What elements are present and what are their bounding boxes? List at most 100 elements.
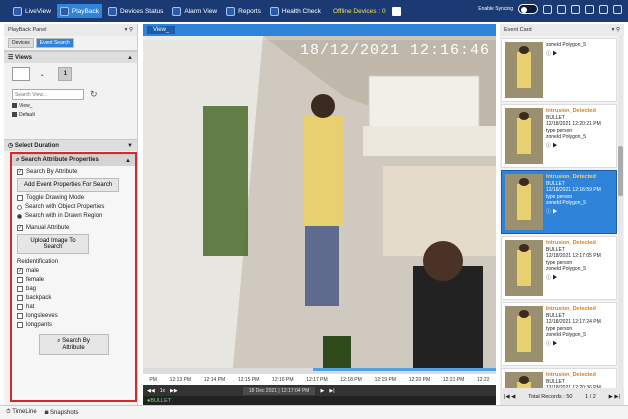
first-page-icon[interactable]: |◀ ◀ <box>504 394 515 400</box>
nav-liveview[interactable]: LiveView <box>10 4 54 18</box>
radio-drawn-region[interactable]: Search with in Drawn Region <box>17 213 130 219</box>
playback-timeline[interactable]: PM 12:13 PM 12:14 PM 12:15 PM 12:16 PM 12:17 … <box>143 368 496 405</box>
timeline-ticks: PM 12:13 PM 12:14 PM 12:15 PM 12:16 PM 12:17 … <box>143 377 496 383</box>
manual-attribute-checkbox[interactable]: ✓ Manual Attribute <box>17 225 130 231</box>
nav-playback[interactable]: PlayBack <box>56 4 103 18</box>
nav-alarm-view[interactable]: Alarm View <box>169 4 220 18</box>
sync-label: Enable Syncing <box>478 6 513 12</box>
views-section-header[interactable]: ☰ Views ▲ <box>4 51 137 63</box>
tab-view[interactable]: View_ <box>147 26 176 34</box>
reid-option-female[interactable]: female <box>17 277 130 283</box>
event-title: Intrusion_Detected <box>546 306 596 312</box>
scroll-thumb[interactable] <box>618 146 623 196</box>
reid-option-bag[interactable]: bag <box>17 286 130 292</box>
select-duration-header[interactable]: ◷ Select Duration ▼ <box>4 139 137 151</box>
event-title: Intrusion_Detected <box>546 240 596 246</box>
event-zone: zoneId Polygon_5 <box>546 134 587 140</box>
nav-reports[interactable]: Reports <box>223 4 264 18</box>
video-clip-icon[interactable]: ▶ <box>552 209 557 215</box>
video-clip-icon[interactable]: ▶ <box>552 275 557 281</box>
play-icon[interactable]: ▶ <box>320 388 324 394</box>
event-card[interactable]: Intrusion_Detected BULLET 12/18/2021 12:20… <box>501 104 617 168</box>
speed-label[interactable]: 1x <box>160 388 165 394</box>
record-icon[interactable] <box>543 4 552 14</box>
collapse-icon[interactable]: ▲ <box>125 158 131 164</box>
event-card[interactable]: zoneId Polygon_5 ⓘ ▶ <box>501 38 617 102</box>
tab-devices[interactable]: Devices <box>8 38 34 48</box>
event-card[interactable]: Intrusion_Detected BULLET 12/18/2021 12:20… <box>501 368 617 388</box>
checkbox <box>17 295 23 301</box>
event-thumbnail[interactable] <box>505 108 543 164</box>
reid-options: ✓ male female bag backpack hat longsleeves long… <box>12 268 135 328</box>
reid-option-backpack[interactable]: backpack <box>17 295 130 301</box>
view-count[interactable]: 1 <box>58 67 73 81</box>
event-card-list: zoneId Polygon_5 ⓘ ▶ Intrusion_Detected BUL… <box>501 36 617 388</box>
pin-icon[interactable]: ▾ ⚲ <box>612 27 620 33</box>
reid-option-longsleeves[interactable]: longsleeves <box>17 313 130 319</box>
event-card[interactable]: Intrusion_Detected BULLET 12/18/2021 12:17… <box>501 302 617 366</box>
event-card[interactable]: Intrusion_Detected BULLET 12/18/2021 12:16… <box>501 170 617 234</box>
tab-event-search[interactable]: Event Search <box>35 38 74 48</box>
event-card-header: Event Card ▾ ⚲ <box>500 24 624 36</box>
chevron-down-icon[interactable]: ⌄ <box>40 72 45 78</box>
reid-label: Reidentification <box>17 259 59 265</box>
event-thumbnail[interactable] <box>505 240 543 296</box>
timeline-recorded <box>313 368 496 371</box>
search-view-input[interactable] <box>12 89 84 100</box>
tick-label: 12:14 PM <box>203 377 226 383</box>
search-by-attribute-button[interactable]: ⌕ Search By Attribute <box>38 334 109 355</box>
nav-health-check[interactable]: Health Check <box>267 4 324 18</box>
event-zone: zoneId Polygon_5 <box>546 42 587 48</box>
list-icon[interactable] <box>571 4 580 14</box>
reid-option-hat[interactable]: hat <box>17 304 130 310</box>
radio-object-properties[interactable]: Search with Object Properties <box>17 204 130 210</box>
rewind-icon[interactable]: ◀◀ <box>147 388 155 394</box>
camera-label: ● BULLET <box>143 396 496 405</box>
event-zone: zoneId Polygon_5 <box>546 332 587 338</box>
search-by-attribute-checkbox[interactable]: ✓ Search By Attribute <box>17 169 130 175</box>
pin-icon[interactable]: ▾ ⚲ <box>125 27 133 33</box>
chevron-down-icon[interactable]: ▼ <box>127 143 133 149</box>
event-thumbnail[interactable] <box>505 372 543 388</box>
toggle-drawing-checkbox[interactable]: Toggle Drawing Mode <box>17 195 130 201</box>
tab-snapshots[interactable]: ◙ Snapshots <box>45 410 79 416</box>
settings-icon[interactable] <box>557 4 566 14</box>
reid-option-longpants[interactable]: longpants <box>17 322 130 328</box>
offline-devices[interactable]: Offline Devices : 0 <box>333 8 386 15</box>
event-scrollbar[interactable] <box>618 36 623 388</box>
attr-section-header[interactable]: ⌕ Search Attribute Properties ▲ <box>12 154 135 166</box>
camera-icon[interactable] <box>391 6 401 16</box>
next-page-icon[interactable]: ▶ ▶| <box>609 394 620 400</box>
grid-icon <box>12 112 17 118</box>
refresh-icon[interactable]: ↻ <box>90 89 98 100</box>
view-item[interactable]: View_ <box>12 103 133 109</box>
collapse-icon[interactable]: ▲ <box>127 55 133 61</box>
event-card[interactable]: Intrusion_Detected BULLET 12/18/2021 12:17… <box>501 236 617 300</box>
share-icon[interactable] <box>585 4 594 14</box>
lock-icon[interactable] <box>599 4 608 14</box>
reid-option-male[interactable]: ✓ male <box>17 268 130 274</box>
event-thumbnail[interactable] <box>505 306 543 362</box>
event-zone: zoneId Polygon_5 <box>546 200 587 206</box>
view-item[interactable]: Default <box>12 112 133 118</box>
event-thumbnail[interactable] <box>505 42 543 98</box>
user-icon[interactable] <box>613 4 622 14</box>
tab-timeline[interactable]: ⏱ TimeLine <box>6 409 37 416</box>
video-clip-icon[interactable]: ▶ <box>552 51 557 57</box>
nav-devices-status[interactable]: Devices Status <box>105 4 166 18</box>
view-layout-icon[interactable] <box>12 67 30 81</box>
upload-image-button[interactable]: Upload Image To Search <box>17 234 89 254</box>
forward-icon[interactable]: ▶▶ <box>170 388 178 394</box>
video-feed[interactable]: 18/12/2021 12:16:46 <box>143 36 496 368</box>
event-title: Intrusion_Detected <box>546 174 596 180</box>
tick-label: PM <box>149 377 157 383</box>
event-thumbnail[interactable] <box>505 174 543 230</box>
sync-toggle[interactable] <box>518 4 538 14</box>
video-clip-icon[interactable]: ▶ <box>552 143 557 149</box>
next-icon[interactable]: ▶| <box>329 388 334 394</box>
video-clip-icon[interactable]: ▶ <box>552 341 557 347</box>
checkbox <box>17 286 23 292</box>
health-icon <box>269 6 279 16</box>
panel-tabs: Devices Event Search <box>4 36 137 51</box>
add-event-properties-button[interactable]: Add Event Properties For Search <box>17 178 120 192</box>
